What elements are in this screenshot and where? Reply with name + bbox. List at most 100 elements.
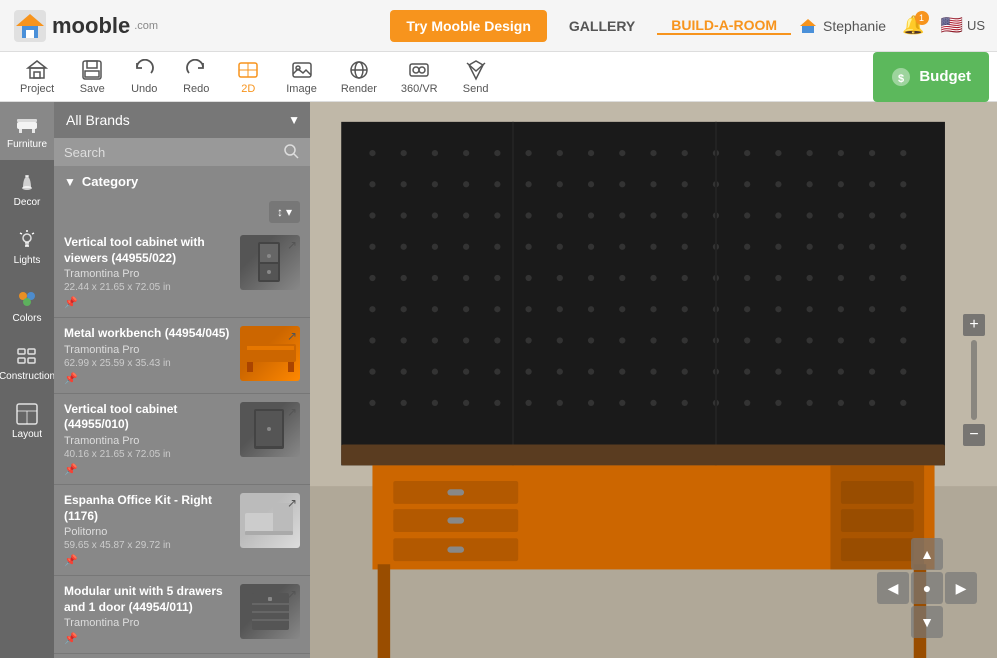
product-dims-2: 40.16 x 21.65 x 72.05 in: [64, 449, 232, 460]
sidebar-decor-label: Decor: [14, 197, 41, 208]
toolbar-send[interactable]: Send: [450, 55, 502, 99]
toolbar-project[interactable]: Project: [8, 55, 66, 99]
product-info-4: Modular unit with 5 drawers and 1 door (…: [64, 584, 232, 645]
product-thumb-2: ↗: [240, 402, 300, 457]
product-item-2[interactable]: Vertical tool cabinet (44955/010) Tramon…: [54, 394, 310, 485]
nav-left-button[interactable]: ◀: [877, 572, 909, 604]
3d-view[interactable]: ▲ ◀ ● ▶ ▼ + −: [310, 102, 997, 658]
brand-select[interactable]: All Brands Tramontina Pro Politorno: [54, 102, 310, 138]
budget-button[interactable]: $ Budget: [873, 52, 989, 102]
image-icon: [291, 59, 313, 81]
product-share-text-4: 📌: [64, 632, 232, 645]
product-share-icon-2[interactable]: ↗: [287, 405, 297, 419]
product-item-1[interactable]: Metal workbench (44954/045) Tramontina P…: [54, 318, 310, 394]
product-share-icon-4[interactable]: ↗: [287, 587, 297, 601]
sidebar-item-lights[interactable]: Lights: [0, 218, 54, 276]
user-name: Stephanie: [823, 18, 886, 34]
brand-dropdown-wrap[interactable]: All Brands Tramontina Pro Politorno: [54, 102, 310, 138]
build-a-room-nav-link[interactable]: BUILD-A-ROOM: [657, 17, 791, 35]
sidebar-item-furniture[interactable]: Furniture: [0, 102, 54, 160]
product-name-1: Metal workbench (44954/045): [64, 326, 232, 342]
cabinet-thumb-svg-0: [250, 240, 290, 285]
sort-label: ▾: [286, 205, 292, 219]
sidebar-item-layout[interactable]: Layout: [0, 392, 54, 450]
nav-down-button[interactable]: ▼: [911, 606, 943, 638]
3d-canvas: ▲ ◀ ● ▶ ▼ + −: [310, 102, 997, 658]
budget-label: Budget: [919, 68, 971, 85]
notification-icon[interactable]: 🔔 1: [902, 15, 924, 36]
home-nav-icon: [799, 17, 817, 35]
product-thumb-3: ↗: [240, 493, 300, 548]
sort-bar: ↕ ▾: [54, 197, 310, 227]
top-nav: mooble .com Try Mooble Design GALLERY BU…: [0, 0, 997, 52]
sort-button[interactable]: ↕ ▾: [269, 201, 300, 223]
sidebar-lights-label: Lights: [14, 255, 41, 266]
sidebar-item-decor[interactable]: Decor: [0, 160, 54, 218]
search-input[interactable]: [64, 145, 278, 160]
360vr-icon: [408, 59, 430, 81]
toolbar-undo-label: Undo: [131, 83, 157, 95]
product-share-text-3: 📌: [64, 554, 232, 567]
sidebar-item-colors[interactable]: Colors: [0, 276, 54, 334]
toolbar-save[interactable]: Save: [66, 55, 118, 99]
product-dims-1: 62.99 x 25.59 x 35.43 in: [64, 358, 232, 369]
main-area: Furniture Decor Lights: [0, 102, 997, 658]
product-dims-0: 22.44 x 21.65 x 72.05 in: [64, 282, 232, 293]
toolbar-save-label: Save: [80, 83, 105, 95]
sidebar-item-construction[interactable]: Construction: [0, 334, 54, 392]
category-header: ▼ Category: [54, 166, 310, 197]
try-mooble-button[interactable]: Try Mooble Design: [390, 10, 546, 42]
lights-icon: [15, 228, 39, 252]
gallery-nav-link[interactable]: GALLERY: [555, 18, 649, 34]
toolbar: Project Save Undo Redo 2D: [0, 52, 997, 102]
toolbar-render-label: Render: [341, 83, 377, 95]
toolbar-render[interactable]: Render: [329, 55, 389, 99]
modular-thumb-svg: [248, 589, 293, 634]
layout-icon: [15, 402, 39, 426]
toolbar-2d[interactable]: 2D: [222, 55, 274, 99]
toolbar-redo[interactable]: Redo: [170, 55, 222, 99]
product-item-4[interactable]: Modular unit with 5 drawers and 1 door (…: [54, 576, 310, 654]
zoom-out-button[interactable]: −: [963, 424, 985, 446]
product-name-0: Vertical tool cabinet with viewers (4495…: [64, 235, 232, 266]
product-thumb-1: ↗: [240, 326, 300, 381]
colors-icon: [15, 286, 39, 310]
toolbar-redo-label: Redo: [183, 83, 209, 95]
zoom-in-button[interactable]: +: [963, 314, 985, 336]
2d-icon: [237, 59, 259, 81]
left-sidebar: Furniture Decor Lights: [0, 102, 54, 658]
product-name-2: Vertical tool cabinet (44955/010): [64, 402, 232, 433]
product-thumb-0: ↗: [240, 235, 300, 290]
product-thumb-4: ↗: [240, 584, 300, 639]
product-item-0[interactable]: Vertical tool cabinet with viewers (4495…: [54, 227, 310, 318]
zoom-bar: + −: [963, 314, 985, 446]
nav-center-button[interactable]: ●: [911, 572, 943, 604]
nav-up-button[interactable]: ▲: [911, 538, 943, 570]
product-info-2: Vertical tool cabinet (44955/010) Tramon…: [64, 402, 232, 476]
toolbar-360vr[interactable]: 360/VR: [389, 55, 450, 99]
product-share-icon-0[interactable]: ↗: [287, 238, 297, 252]
product-name-3: Espanha Office Kit - Right (1176): [64, 493, 232, 524]
product-share-icon-1[interactable]: ↗: [287, 329, 297, 343]
toolbar-360vr-label: 360/VR: [401, 83, 438, 95]
sort-icon: ↕: [277, 205, 283, 219]
redo-icon: [185, 59, 207, 81]
user-nav[interactable]: Stephanie: [799, 17, 886, 35]
zoom-slider[interactable]: [971, 340, 977, 420]
language-selector[interactable]: 🇺🇸 US: [941, 15, 985, 36]
language-label: US: [967, 18, 985, 33]
category-label: Category: [82, 174, 138, 189]
svg-text:$: $: [898, 73, 904, 85]
project-icon: [26, 59, 48, 81]
product-share-text-2: 📌: [64, 463, 232, 476]
product-item-3[interactable]: Espanha Office Kit - Right (1176) Polito…: [54, 485, 310, 576]
nav-right-button[interactable]: ▶: [945, 572, 977, 604]
logo-com: .com: [134, 20, 158, 32]
save-icon: [81, 59, 103, 81]
toolbar-image[interactable]: Image: [274, 55, 329, 99]
toolbar-undo[interactable]: Undo: [118, 55, 170, 99]
notification-badge: 1: [915, 11, 929, 25]
sidebar-colors-label: Colors: [13, 313, 42, 324]
product-share-icon-3[interactable]: ↗: [287, 496, 297, 510]
toolbar-send-label: Send: [463, 83, 489, 95]
